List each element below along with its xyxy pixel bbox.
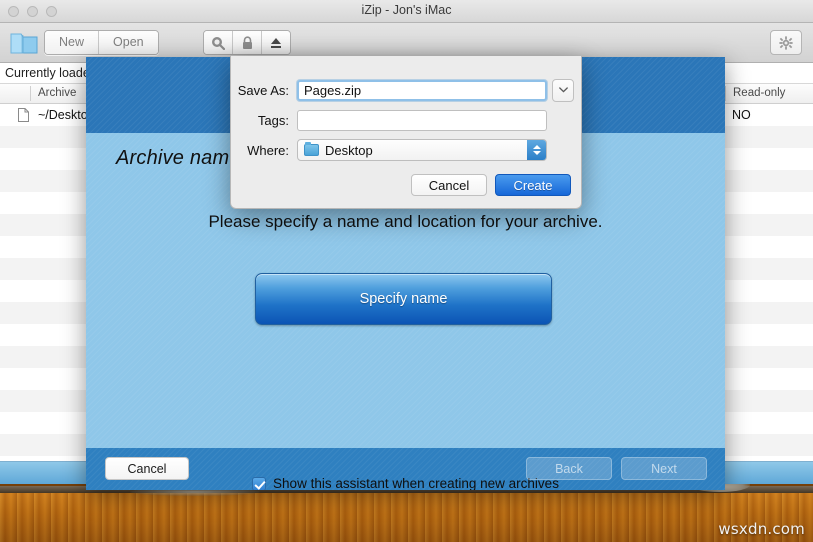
folder-icon[interactable] <box>10 29 38 55</box>
watermark: wsxdn.com <box>718 520 805 538</box>
tags-label: Tags: <box>257 112 289 128</box>
column-archive[interactable]: Archive <box>30 86 76 101</box>
assistant-back-button[interactable]: Back <box>526 457 612 480</box>
show-assistant-label: Show this assistant when creating new ar… <box>273 476 559 490</box>
where-value: Desktop <box>325 142 373 158</box>
tags-row: Tags: <box>231 108 581 132</box>
search-icon[interactable] <box>204 31 233 54</box>
where-row: Where: Desktop <box>231 138 581 162</box>
save-create-button[interactable]: Create <box>495 174 571 196</box>
open-button[interactable]: Open <box>99 31 158 54</box>
save-as-label: Save As: <box>237 82 289 98</box>
assistant-cancel-button[interactable]: Cancel <box>105 457 189 480</box>
cell-read-only: NO <box>732 108 751 122</box>
title-bar: iZip - Jon's iMac <box>0 0 813 23</box>
where-popup-button[interactable]: Desktop <box>297 139 547 161</box>
save-dialog: Save As: Tags: Where: Desktop Cancel <box>230 56 582 209</box>
save-as-row: Save As: <box>231 78 581 102</box>
updown-arrows-icon[interactable] <box>527 140 546 160</box>
screen: wsxdn.com iZip - Jon's iMac New Open Cur… <box>0 0 813 542</box>
where-label: Where: <box>247 142 289 158</box>
toolbar-icon-group[interactable] <box>203 30 291 55</box>
assistant-next-button[interactable]: Next <box>621 457 707 480</box>
save-cancel-button[interactable]: Cancel <box>411 174 487 196</box>
save-as-input[interactable] <box>297 79 547 101</box>
new-button[interactable]: New <box>45 31 100 54</box>
column-read-only[interactable]: Read-only <box>725 86 785 101</box>
assistant-title: Archive name <box>116 147 241 169</box>
new-open-segmented-control[interactable]: New Open <box>44 30 159 55</box>
wallpaper-water-reflection <box>0 493 813 542</box>
assistant-subtitle: Please specify a name and location for y… <box>208 212 603 231</box>
chevron-down-icon[interactable] <box>552 78 574 102</box>
eject-icon[interactable] <box>262 31 290 54</box>
window-title: iZip - Jon's iMac <box>361 3 452 17</box>
gear-icon[interactable] <box>770 30 802 55</box>
show-assistant-checkbox[interactable] <box>252 476 267 490</box>
specify-name-button[interactable]: Specify name <box>255 273 552 325</box>
save-dialog-buttons: Cancel Create <box>411 174 571 196</box>
lock-icon[interactable] <box>233 31 262 54</box>
folder-icon <box>304 142 319 156</box>
tags-input[interactable] <box>297 109 547 131</box>
document-icon <box>18 108 29 122</box>
